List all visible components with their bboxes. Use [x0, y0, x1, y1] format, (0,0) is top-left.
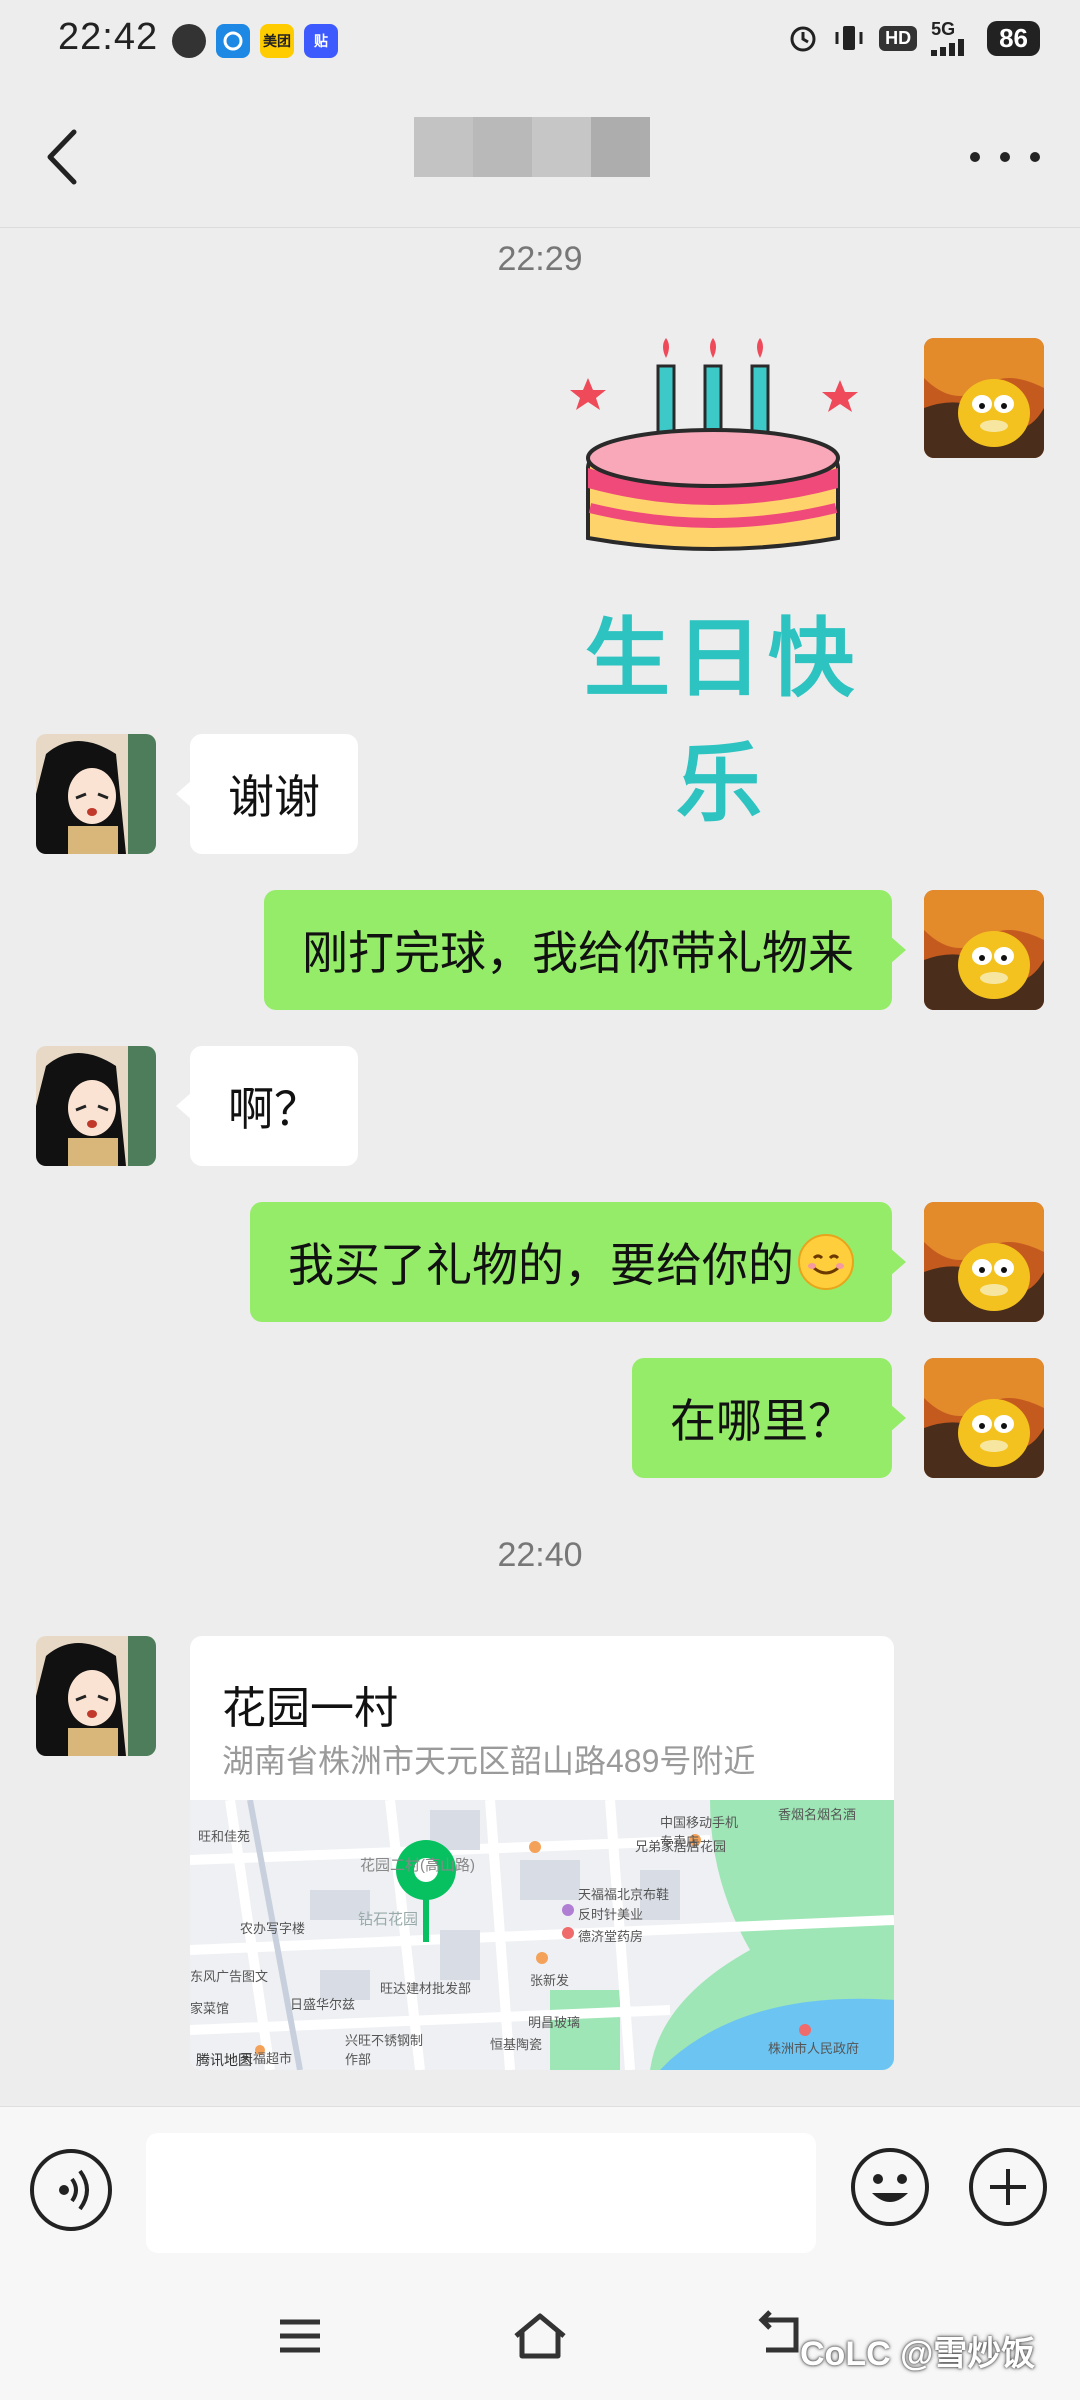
- location-address: 湖南省株洲市天元区韶山路489号附近: [222, 1743, 756, 1779]
- home-nav-button[interactable]: [510, 2306, 570, 2366]
- message-timestamp: 22:29: [497, 240, 583, 278]
- friend-avatar[interactable]: [36, 1046, 156, 1166]
- my-avatar[interactable]: [924, 338, 1044, 458]
- hd-badge: HD: [879, 25, 918, 51]
- system-nav-bar: CoLC @雪炒饭: [0, 2276, 1080, 2400]
- tieba-icon: 贴: [304, 24, 338, 58]
- alarm-icon: [790, 26, 816, 52]
- message-text: 啊？: [228, 1083, 320, 1135]
- my-avatar[interactable]: [924, 1202, 1044, 1322]
- back-button[interactable]: [36, 122, 96, 192]
- battery-indicator: 86: [987, 20, 1040, 56]
- message-bubble-icon: [172, 24, 206, 58]
- signal-icon: 5G: [931, 20, 973, 56]
- map-label: 明昌玻璃: [528, 2015, 581, 2030]
- sticker-text: 生日快乐: [584, 611, 860, 832]
- smiling-face-icon: [798, 1234, 854, 1290]
- map-label: 花园二村(高山路): [360, 1857, 475, 1874]
- map-label: 旺达建材批发部: [380, 1981, 472, 1996]
- voice-button[interactable]: [30, 2149, 112, 2231]
- message-text: 在哪里？: [670, 1395, 854, 1447]
- emoji-button[interactable]: [848, 2145, 932, 2229]
- location-title: 花园一村: [222, 1684, 398, 1733]
- message-bubble-received[interactable]: 啊？: [176, 1046, 358, 1166]
- map-label: 农办写字楼: [240, 1921, 306, 1936]
- plus-icon: [969, 2148, 1047, 2226]
- chat-header: [0, 82, 1080, 228]
- map-label: 旺和佳苑: [198, 1829, 251, 1844]
- status-time: 22:42: [58, 16, 159, 58]
- map-label: 德济堂药房: [578, 1929, 644, 1944]
- message-text: 刚打完球，我给你带礼物来: [302, 927, 854, 979]
- message-text: 谢谢: [228, 771, 320, 823]
- home-icon: [514, 2313, 566, 2359]
- ellipsis-icon: [970, 152, 980, 162]
- emoji-icon: [851, 2148, 929, 2226]
- map-label: 日盛华尔兹: [290, 1997, 356, 2012]
- voice-icon: [59, 2169, 89, 2211]
- friend-avatar[interactable]: [36, 734, 156, 854]
- map-label: 反时针美业: [578, 1907, 644, 1922]
- menu-icon: [280, 2319, 320, 2353]
- chevron-left-icon: [47, 129, 77, 185]
- friend-avatar[interactable]: [36, 1636, 156, 1756]
- birthday-cake-sticker[interactable]: 生日快乐: [528, 338, 898, 832]
- more-actions-button[interactable]: [966, 2145, 1050, 2229]
- status-right: HD 5G 86: [787, 20, 1040, 56]
- my-avatar[interactable]: [924, 1358, 1044, 1478]
- status-bar: 22:42 美团 贴 HD 5G 86: [0, 0, 1080, 82]
- vibrate-icon: [835, 26, 863, 50]
- map-label: 香烟名烟名酒: [778, 1807, 857, 1822]
- message-bubble-sent[interactable]: 我买了礼物的，要给你的: [250, 1202, 906, 1322]
- watermark: CoLC @雪炒饭: [800, 2335, 1036, 2373]
- map-label: 钻石花园: [358, 1911, 419, 1928]
- message-bubble-received[interactable]: 谢谢: [176, 734, 358, 854]
- map-label: 东风广告图文: [190, 1969, 269, 1984]
- map-label: 兄弟家居店花园: [635, 1839, 727, 1854]
- input-bar: [0, 2106, 1080, 2276]
- birthday-cake-icon: [570, 338, 858, 551]
- message-bubble-sent[interactable]: 在哪里？: [632, 1358, 906, 1478]
- alipay-like-icon: [216, 24, 250, 58]
- map-label: 株洲市人民政府: [768, 2041, 860, 2056]
- my-avatar[interactable]: [924, 890, 1044, 1010]
- map-label: 张新发: [530, 1973, 570, 1988]
- more-options-button[interactable]: [970, 142, 1040, 172]
- message-input[interactable]: [146, 2133, 816, 2253]
- map-label: 家菜馆: [190, 2001, 230, 2016]
- message-bubble-sent[interactable]: 刚打完球，我给你带礼物来: [264, 890, 906, 1010]
- map-label: 恒基陶瓷: [490, 2037, 543, 2052]
- message-text: 我买了礼物的，要给你的: [288, 1239, 794, 1291]
- meituan-icon: 美团: [260, 24, 294, 58]
- map-label: 兴旺不锈钢制作部: [345, 2033, 424, 2067]
- chat-title-blurred: [414, 117, 650, 177]
- location-message-card[interactable]: 花园一村 湖南省株洲市天元区韶山路489号附近 花园二村(高山路) 钻石花园 中…: [190, 1636, 894, 2070]
- map-label: 天福福北京布鞋: [578, 1887, 670, 1902]
- map-source-label: 腾讯地图: [196, 2052, 252, 2068]
- message-timestamp: 22:40: [497, 1536, 583, 1574]
- menu-nav-button[interactable]: [270, 2306, 330, 2366]
- location-map-preview[interactable]: 花园二村(高山路) 钻石花园 中国移动手机专卖店 香烟名烟名酒 兄弟家居店花园 …: [190, 1800, 894, 2070]
